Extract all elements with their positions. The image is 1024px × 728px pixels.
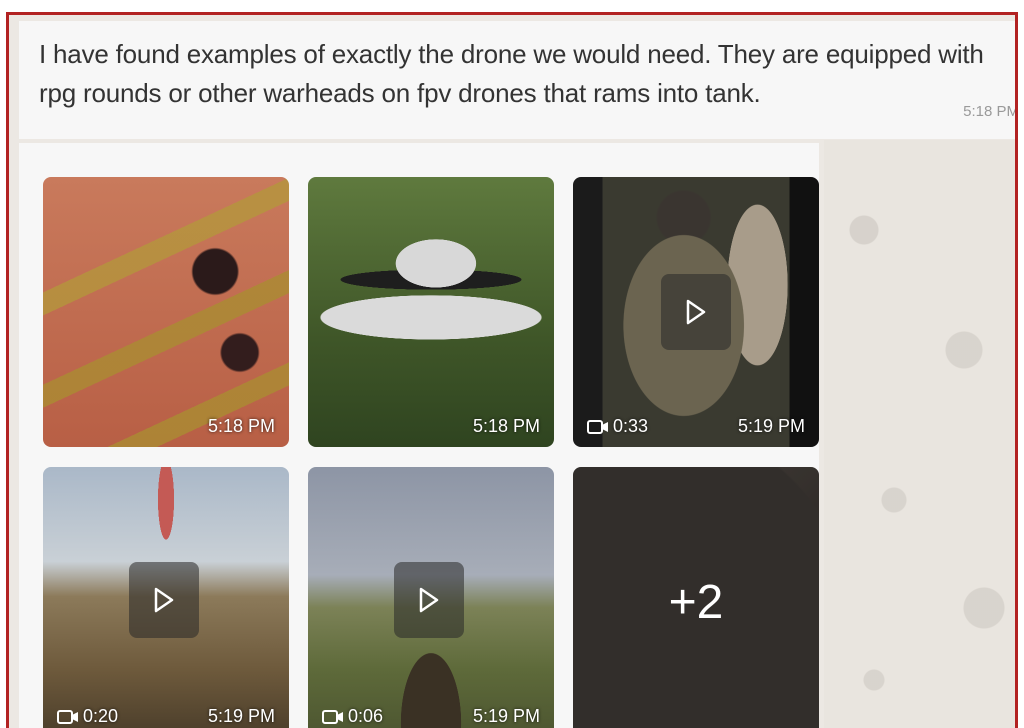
media-timestamp: 5:19 PM	[737, 416, 805, 436]
play-icon	[419, 587, 439, 613]
media-tile-more[interactable]: +2	[573, 467, 819, 728]
video-duration-text: 0:20	[83, 706, 119, 726]
play-button[interactable]	[661, 274, 731, 350]
message-timestamp: 5:18 PM	[963, 103, 1018, 120]
video-duration: 0:33	[587, 416, 648, 437]
more-media-count[interactable]: +2	[573, 467, 819, 728]
chat-panel: I have found examples of exactly the dro…	[6, 12, 1018, 728]
play-button[interactable]	[394, 562, 464, 638]
media-timestamp: 5:18 PM	[472, 416, 540, 436]
play-button[interactable]	[129, 562, 199, 638]
play-icon	[154, 587, 174, 613]
media-timestamp: 5:18 PM	[207, 416, 275, 436]
video-camera-icon	[57, 709, 78, 724]
video-duration-text: 0:33	[613, 416, 649, 436]
video-duration-text: 0:06	[348, 706, 384, 726]
media-tile-5[interactable]: 0:06 5:19 PM	[308, 467, 554, 728]
media-timestamp: 5:19 PM	[472, 706, 540, 726]
media-tile-4[interactable]: 0:20 5:19 PM	[43, 467, 289, 728]
message-bubble[interactable]: I have found examples of exactly the dro…	[19, 21, 1018, 139]
video-camera-icon	[587, 419, 608, 434]
video-camera-icon	[322, 709, 343, 724]
message-text: I have found examples of exactly the dro…	[39, 39, 984, 108]
media-tile-2[interactable]: 5:18 PM	[308, 177, 554, 447]
video-duration: 0:20	[57, 706, 118, 727]
play-icon	[686, 299, 706, 325]
video-duration: 0:06	[322, 706, 383, 727]
media-album: 5:18 PM 5:18 PM 0:33 5:19 PM 0:20 5:19 P…	[19, 143, 819, 728]
media-timestamp: 5:19 PM	[207, 706, 275, 726]
media-tile-1[interactable]: 5:18 PM	[43, 177, 289, 447]
media-tile-3[interactable]: 0:33 5:19 PM	[573, 177, 819, 447]
chat-wallpaper	[824, 140, 1015, 728]
